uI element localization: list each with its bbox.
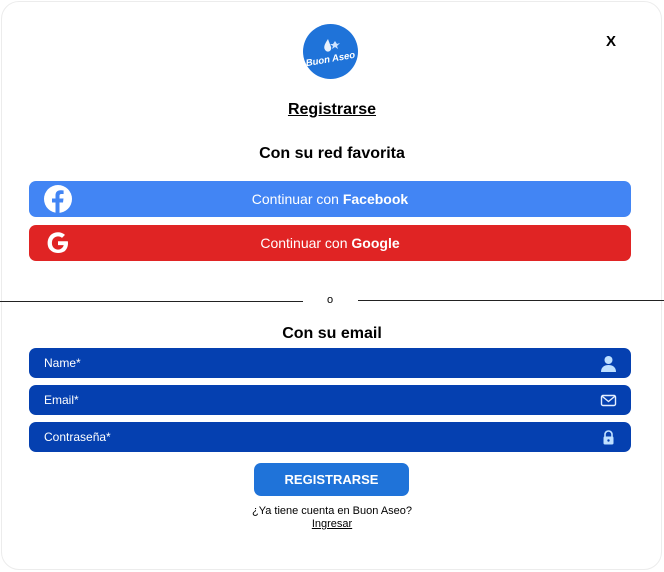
facebook-icon	[44, 185, 72, 213]
google-label-prefix: Continuar con	[260, 235, 352, 251]
have-account-text: ¿Ya tiene cuenta en Buon Aseo?	[251, 505, 413, 517]
google-icon	[47, 232, 68, 253]
register-button[interactable]: REGISTRARSE	[254, 463, 409, 496]
facebook-label-prefix: Continuar con	[251, 191, 343, 207]
facebook-label-brand: Facebook	[342, 191, 409, 207]
close-button[interactable]: X	[600, 32, 622, 52]
lock-icon	[603, 430, 614, 445]
divider-left	[0, 301, 303, 302]
login-link[interactable]: Ingresar	[312, 518, 352, 530]
facebook-login-button[interactable]: Continuar con Facebook	[29, 181, 631, 217]
name-field[interactable]: Name*	[29, 348, 631, 378]
google-label-brand: Google	[351, 235, 400, 251]
email-heading: Con su email	[282, 325, 382, 342]
password-field[interactable]: Contraseña*	[29, 422, 631, 452]
name-field-label: Name*	[44, 356, 81, 370]
page-title: Registrarse	[287, 101, 377, 118]
email-field[interactable]: Email*	[29, 385, 631, 415]
google-login-button[interactable]: Continuar con Google	[29, 225, 631, 261]
brand-logo: Buon Aseo	[303, 24, 358, 79]
envelope-icon	[600, 394, 617, 407]
user-icon	[601, 356, 616, 372]
login-link-row: Ingresar	[0, 518, 664, 530]
email-field-label: Email*	[44, 393, 79, 407]
divider-label: o	[326, 294, 334, 306]
divider-right	[358, 300, 664, 301]
password-field-label: Contraseña*	[44, 430, 111, 444]
social-heading: Con su red favorita	[259, 145, 405, 162]
